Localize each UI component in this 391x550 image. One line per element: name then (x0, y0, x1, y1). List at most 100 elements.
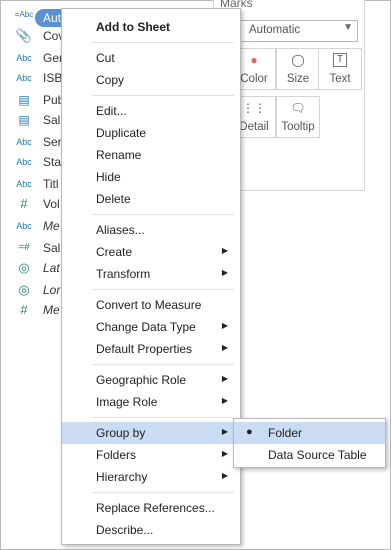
menu-item-label: Image Role (96, 395, 158, 409)
submenu-arrow-icon: ▶ (221, 268, 228, 277)
submenu-item-folder[interactable]: ● Folder (234, 422, 385, 444)
menu-item-label: Hierarchy (96, 470, 148, 484)
string-icon: Abc (16, 53, 32, 63)
menu-item-label: Rename (96, 148, 142, 162)
menu-item-group-by[interactable]: Group by ▶ (62, 422, 240, 444)
menu-item-label: Duplicate (96, 126, 147, 140)
menu-item-label: Add to Sheet (96, 20, 170, 34)
menu-item-label: Group by (96, 426, 146, 440)
size-label: Size (286, 73, 310, 85)
string-icon: Abc (16, 137, 32, 147)
menu-item-default-properties[interactable]: Default Properties ▶ (62, 338, 240, 360)
number-icon: # (20, 196, 28, 211)
string-icon: Abc (16, 157, 32, 167)
menu-item-hide[interactable]: Hide (62, 166, 240, 188)
text-icon: T (333, 53, 347, 67)
menu-item-rename[interactable]: Rename (62, 144, 240, 166)
menu-item-label: Aliases... (96, 223, 145, 237)
menu-separator (92, 289, 234, 290)
menu-item-convert-to-measure[interactable]: Convert to Measure (62, 294, 240, 316)
menu-item-cut[interactable]: Cut (62, 47, 240, 69)
field-label: Lor (43, 283, 61, 297)
submenu-arrow-icon: ▶ (221, 471, 228, 480)
paperclip-icon: 📎 (15, 28, 33, 43)
menu-item-label: Default Properties (96, 342, 193, 356)
tooltip-button[interactable]: 🗨 Tooltip (276, 96, 320, 138)
submenu-item-label: Data Source Table (268, 448, 367, 462)
menu-item-create[interactable]: Create ▶ (62, 241, 240, 263)
menu-item-duplicate[interactable]: Duplicate (62, 122, 240, 144)
menu-item-label: Edit... (96, 104, 127, 118)
string-icon: Abc (16, 179, 32, 189)
menu-separator (92, 95, 234, 96)
submenu-arrow-icon: ▶ (221, 427, 228, 436)
field-label: Vol (43, 197, 60, 211)
group-by-submenu: ● Folder Data Source Table (233, 418, 386, 468)
mark-type-value: Automatic (249, 24, 301, 36)
field-label: Titl (43, 177, 59, 191)
calendar-icon: ▤ (18, 93, 30, 107)
app-window: =Abc Author Name 📎 Cov Abc Gen Abc ISB ▤… (0, 0, 391, 550)
selected-bullet-icon: ● (246, 426, 253, 438)
context-menu: Add to Sheet Cut Copy Edit... Duplicate … (61, 8, 241, 545)
string-icon: Abc (16, 221, 32, 231)
menu-item-hierarchy[interactable]: Hierarchy ▶ (62, 466, 240, 488)
calendar-icon: ▤ (18, 113, 30, 127)
menu-item-copy[interactable]: Copy (62, 69, 240, 91)
field-label: Sal (43, 241, 61, 255)
menu-item-label: Cut (96, 51, 115, 65)
menu-item-transform[interactable]: Transform ▶ (62, 263, 240, 285)
menu-item-label: Replace References... (96, 501, 215, 515)
field-label: Me (43, 219, 60, 233)
menu-item-label: Transform (96, 267, 151, 281)
globe-icon: ◎ (18, 260, 30, 275)
menu-item-label: Hide (96, 170, 121, 184)
submenu-arrow-icon: ▶ (221, 343, 228, 352)
menu-item-label: Describe... (96, 523, 154, 537)
submenu-arrow-icon: ▶ (221, 246, 228, 255)
menu-separator (92, 417, 234, 418)
menu-item-label: Change Data Type (96, 320, 196, 334)
menu-item-folders[interactable]: Folders ▶ (62, 444, 240, 466)
menu-item-label: Folders (96, 448, 137, 462)
submenu-arrow-icon: ▶ (221, 396, 228, 405)
field-label: Sal (43, 113, 61, 127)
field-label: Lat (43, 261, 60, 275)
menu-item-label: Delete (96, 192, 131, 206)
field-label: Ser (43, 135, 62, 149)
menu-item-edit[interactable]: Edit... (62, 100, 240, 122)
text-label: Text (329, 73, 351, 85)
string-icon: Abc (16, 73, 32, 83)
submenu-arrow-icon: ▶ (221, 449, 228, 458)
mark-type-dropdown[interactable]: Automatic ▼ (232, 20, 358, 42)
field-label: ISB (43, 71, 63, 85)
submenu-item-data-source-table[interactable]: Data Source Table (234, 444, 385, 466)
menu-separator (92, 492, 234, 493)
menu-item-describe[interactable]: Describe... (62, 519, 240, 541)
tooltip-label: Tooltip (281, 121, 315, 133)
field-label: Sta (43, 155, 62, 169)
submenu-arrow-icon: ▶ (221, 374, 228, 383)
text-button[interactable]: T Text (318, 48, 362, 90)
number-calculated-icon: =# (18, 242, 30, 253)
menu-item-image-role[interactable]: Image Role ▶ (62, 391, 240, 413)
tooltip-icon: 🗨 (290, 101, 306, 115)
menu-item-label: Copy (96, 73, 125, 87)
menu-item-change-data-type[interactable]: Change Data Type ▶ (62, 316, 240, 338)
size-button[interactable]: ◯ Size (276, 48, 320, 90)
submenu-item-label: Folder (268, 426, 303, 440)
menu-item-replace-references[interactable]: Replace References... (62, 497, 240, 519)
menu-item-label: Geographic Role (96, 373, 187, 387)
menu-item-geographic-role[interactable]: Geographic Role ▶ (62, 369, 240, 391)
menu-item-aliases[interactable]: Aliases... (62, 219, 240, 241)
submenu-arrow-icon: ▶ (221, 321, 228, 330)
globe-icon: ◎ (18, 282, 30, 297)
field-label: Me (43, 303, 60, 317)
menu-item-add-to-sheet[interactable]: Add to Sheet (62, 16, 240, 38)
menu-item-label: Create (96, 245, 133, 259)
chevron-down-icon: ▼ (343, 22, 353, 33)
menu-item-label: Convert to Measure (96, 298, 202, 312)
menu-item-delete[interactable]: Delete (62, 188, 240, 210)
menu-separator (92, 42, 234, 43)
string-calculated-icon: =Abc (14, 10, 34, 19)
